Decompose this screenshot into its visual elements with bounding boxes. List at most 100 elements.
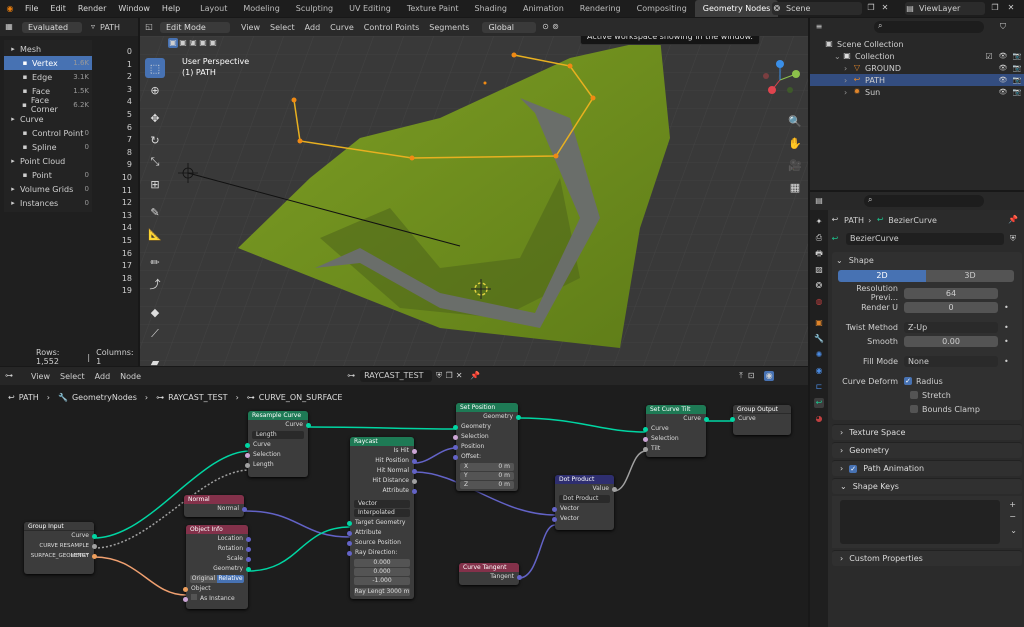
radius-checkbox[interactable]: ✓ bbox=[904, 377, 912, 385]
dim-2d-button[interactable]: 2D bbox=[838, 270, 926, 282]
vector-socket[interactable] bbox=[453, 444, 458, 450]
measure-icon[interactable]: 📐 bbox=[145, 224, 165, 244]
vector-socket[interactable] bbox=[552, 506, 557, 512]
float-socket[interactable] bbox=[245, 462, 250, 468]
view-layer-selector[interactable]: ▤ ViewLayer bbox=[905, 2, 985, 15]
object-socket[interactable] bbox=[183, 586, 188, 592]
node-curve-tangent[interactable]: Curve Tangent Tangent bbox=[459, 563, 522, 585]
node-resample-curve[interactable]: Resample Curve Curve Length Curve Select… bbox=[245, 411, 311, 477]
exclude-checkbox-icon[interactable]: ☑ bbox=[982, 52, 996, 61]
domain-item[interactable]: ▸ Mesh bbox=[4, 42, 92, 56]
float-socket[interactable] bbox=[92, 543, 97, 549]
filter-icon[interactable]: ⛉ bbox=[998, 22, 1008, 32]
fill-mode-dropdown[interactable]: None bbox=[904, 355, 998, 367]
domain-item[interactable]: ▸ Point Cloud bbox=[4, 154, 92, 168]
render-tab-icon[interactable]: ⎙ bbox=[814, 233, 824, 243]
curve-data-icon[interactable]: ↩ bbox=[830, 234, 840, 244]
workspace-tab-compositing[interactable]: Compositing bbox=[629, 0, 695, 17]
domain-item[interactable]: ▸ Volume Grids 0 bbox=[4, 182, 92, 196]
workspace-tab-shading[interactable]: Shading bbox=[466, 0, 515, 17]
node-set-position[interactable]: Set Position Geometry Geometry Selection… bbox=[453, 403, 521, 491]
viewport-menu-view[interactable]: View bbox=[236, 23, 265, 32]
scale-icon[interactable]: ⤡ bbox=[145, 152, 165, 172]
workspace-tab-modeling[interactable]: Modeling bbox=[235, 0, 287, 17]
section-custom-properties[interactable]: › Custom Properties bbox=[832, 550, 1022, 566]
properties-search[interactable]: ⌕ bbox=[864, 195, 984, 207]
workspace-tab-uv-editing[interactable]: UV Editing bbox=[341, 0, 399, 17]
menu-file[interactable]: File bbox=[19, 4, 44, 13]
operation-dropdown[interactable]: Dot Product bbox=[559, 495, 610, 503]
geometry-socket[interactable] bbox=[643, 426, 648, 432]
ray-dir-z-field[interactable]: -1.000 bbox=[354, 577, 410, 585]
transform-icon[interactable]: ⊞ bbox=[145, 174, 165, 194]
render-u-field[interactable]: 0 bbox=[904, 301, 998, 313]
viewport-3d[interactable]: ◱ Edit Mode View Select Add Curve Control Po… bbox=[140, 18, 808, 366]
render-camera-icon[interactable]: 📷 bbox=[1010, 88, 1024, 96]
viewport-menu-segments[interactable]: Segments bbox=[424, 23, 474, 32]
physics-tab-icon[interactable]: ◉ bbox=[814, 366, 824, 376]
keyframe-dot-icon[interactable]: • bbox=[1004, 323, 1009, 332]
outliner-editor-icon[interactable]: ≡ bbox=[814, 22, 824, 32]
domain-item[interactable]: ▪ Control Point 0 bbox=[4, 126, 92, 140]
snap-icon[interactable]: ⊚ bbox=[550, 22, 560, 32]
render-camera-icon[interactable]: 📷 bbox=[1010, 76, 1024, 84]
domain-item[interactable]: ▸ Instances 0 bbox=[4, 196, 92, 210]
extrude-icon[interactable]: ⤴ bbox=[145, 274, 165, 294]
vector-socket[interactable] bbox=[412, 468, 417, 474]
ray-length-field[interactable]: Ray Lengt 3000 m bbox=[354, 588, 410, 596]
geometry-socket[interactable] bbox=[347, 520, 352, 526]
offset-z-field[interactable]: Z 0 m bbox=[460, 481, 514, 489]
outliner-item-ground[interactable]: › ▽ GROUND 👁 📷 bbox=[810, 62, 1024, 74]
outliner-item-collection[interactable]: ⌄ ▣ Collection ☑ 👁 📷 bbox=[810, 50, 1024, 62]
tool-tab-icon[interactable]: ✦ bbox=[814, 217, 824, 227]
geometry-socket[interactable] bbox=[453, 424, 458, 430]
vector-socket[interactable] bbox=[517, 574, 522, 580]
workspace-tab-layout[interactable]: Layout bbox=[192, 0, 235, 17]
expand-icon[interactable]: › bbox=[844, 88, 852, 97]
workspace-tab-texture-paint[interactable]: Texture Paint bbox=[399, 0, 467, 17]
workspace-tab-rendering[interactable]: Rendering bbox=[572, 0, 629, 17]
scene-tab-icon[interactable]: ❂ bbox=[814, 281, 824, 291]
render-camera-icon[interactable]: 📷 bbox=[1010, 52, 1024, 60]
draw-icon[interactable]: ✏ bbox=[145, 252, 165, 272]
domain-item[interactable]: ▪ Edge 3.1K bbox=[4, 70, 92, 84]
particles-tab-icon[interactable]: ✺ bbox=[814, 350, 824, 360]
vector-socket[interactable] bbox=[246, 546, 251, 552]
vector-socket[interactable] bbox=[246, 536, 251, 542]
mapping-dropdown[interactable]: Interpolated bbox=[354, 509, 410, 517]
outliner-search[interactable]: ⌕ bbox=[874, 21, 984, 33]
node-raycast[interactable]: Raycast Is Hit Hit Position Hit Normal H… bbox=[347, 437, 417, 599]
vector-socket[interactable] bbox=[242, 506, 247, 512]
scene-collection-row[interactable]: ▣ Scene Collection bbox=[810, 38, 1024, 50]
bool-socket[interactable] bbox=[412, 448, 417, 454]
section-shape-keys[interactable]: ⌄ Shape Keys bbox=[832, 478, 1022, 494]
stretch-checkbox[interactable] bbox=[910, 391, 918, 399]
output-tab-icon[interactable]: 🖶 bbox=[814, 249, 824, 259]
node-dot-product[interactable]: Dot Product Value Dot Product Vector Vec… bbox=[552, 475, 617, 530]
copy-icon[interactable]: ❐ bbox=[990, 3, 1000, 13]
blender-logo-icon[interactable]: ◉ bbox=[5, 4, 15, 14]
geometry-socket[interactable] bbox=[704, 416, 709, 422]
vector-socket[interactable] bbox=[347, 550, 352, 556]
viewport-menu-select[interactable]: Select bbox=[265, 23, 300, 32]
bool-socket[interactable] bbox=[245, 452, 250, 458]
node-normal[interactable]: Normal Normal bbox=[184, 495, 247, 517]
domain-item[interactable]: ▪ Face Corner 6.2K bbox=[4, 96, 92, 114]
shape-panel-header[interactable]: ⌄ Shape bbox=[832, 252, 1022, 268]
mode-dropdown[interactable]: Length bbox=[252, 431, 304, 439]
domain-item[interactable]: ▪ Spline 0 bbox=[4, 140, 92, 154]
geometry-socket[interactable] bbox=[92, 533, 97, 539]
section-geometry[interactable]: › Geometry bbox=[832, 442, 1022, 458]
rotate-icon[interactable]: ↻ bbox=[145, 130, 165, 150]
dim-3d-button[interactable]: 3D bbox=[926, 270, 1014, 282]
geometry-socket[interactable] bbox=[730, 416, 735, 422]
copy-icon[interactable]: ❐ bbox=[866, 3, 876, 13]
geometry-socket[interactable] bbox=[245, 442, 250, 448]
pan-icon[interactable]: ✋ bbox=[786, 134, 804, 152]
resolution-field[interactable]: 64 bbox=[904, 287, 998, 299]
original-button[interactable]: Original bbox=[190, 575, 217, 583]
offset-x-field[interactable]: X 0 m bbox=[460, 463, 514, 471]
outliner-item-sun[interactable]: › ✹ Sun 👁 📷 bbox=[810, 86, 1024, 98]
float-socket[interactable] bbox=[612, 486, 617, 492]
viewport-menu-control-points[interactable]: Control Points bbox=[359, 23, 425, 32]
